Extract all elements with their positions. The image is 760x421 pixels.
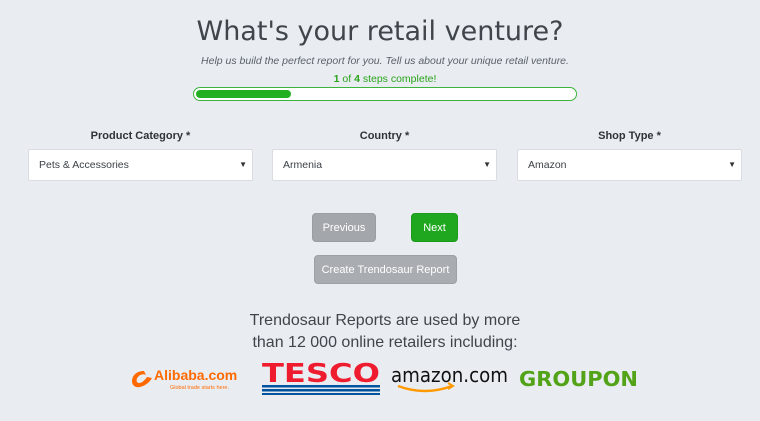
- category-select[interactable]: Pets & Accessories ▼: [28, 149, 253, 181]
- steps-of: of: [342, 73, 352, 85]
- tesco-name: TESCO: [262, 359, 380, 389]
- steps-suffix: steps complete!: [362, 73, 437, 85]
- alibaba-logo: Alibaba.com Global trade starts here.: [130, 363, 255, 393]
- page-subtitle: Help us build the perfect report for you…: [201, 55, 569, 67]
- create-report-button[interactable]: Create Trendosaur Report: [314, 255, 457, 284]
- country-select[interactable]: Armenia ▼: [272, 149, 497, 181]
- alibaba-icon: Alibaba.com Global trade starts here.: [132, 367, 237, 391]
- tagline-line2: than 12 000 online retailers including:: [252, 334, 518, 351]
- steps-current: 1: [333, 73, 340, 85]
- category-label: Product Category *: [90, 130, 191, 142]
- chevron-down-icon: ▼: [483, 160, 491, 169]
- groupon-name: GROUPON: [519, 367, 638, 391]
- shop-type-label: Shop Type *: [598, 130, 661, 142]
- steps-status: 1 of 4 steps complete!: [0, 73, 760, 85]
- alibaba-name: Alibaba.com: [154, 367, 237, 383]
- amazon-logo: amazon.com: [390, 360, 510, 394]
- country-label: Country *: [359, 130, 410, 142]
- tesco-logo: TESCO: [260, 357, 382, 395]
- country-value: Armenia: [283, 159, 323, 171]
- steps-total: 4: [354, 73, 360, 85]
- progress-bar: [193, 87, 577, 101]
- next-button[interactable]: Next: [411, 213, 458, 242]
- chevron-down-icon: ▼: [728, 160, 736, 169]
- previous-button[interactable]: Previous: [312, 213, 376, 242]
- shop-type-select[interactable]: Amazon ▼: [517, 149, 742, 181]
- tagline-line1: Trendosaur Reports are used by more: [249, 312, 521, 329]
- groupon-logo: GROUPON: [518, 366, 640, 392]
- progress-fill: [196, 90, 291, 98]
- tesco-icon: TESCO: [262, 359, 380, 395]
- groupon-icon: GROUPON: [519, 367, 638, 391]
- page-title: What's your retail venture?: [196, 16, 564, 47]
- category-value: Pets & Accessories: [39, 159, 129, 171]
- alibaba-tagline: Global trade starts here.: [170, 385, 229, 391]
- chevron-down-icon: ▼: [239, 160, 247, 169]
- tagline: Trendosaur Reports are used by more than…: [0, 310, 760, 354]
- amazon-icon: amazon.com: [391, 363, 508, 393]
- shop-type-value: Amazon: [528, 159, 567, 171]
